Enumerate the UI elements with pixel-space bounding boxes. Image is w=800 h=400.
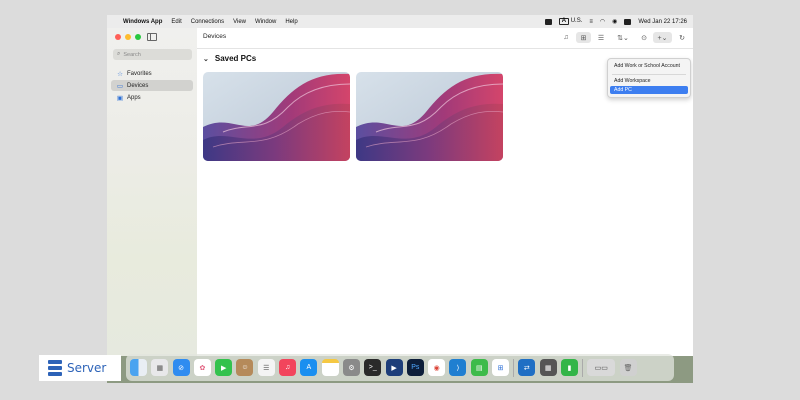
close-window-button[interactable] — [115, 34, 121, 40]
menu-separator — [612, 74, 686, 75]
menu-item-add-workspace[interactable]: Add Workspace — [610, 77, 688, 85]
section-title: Saved PCs — [214, 54, 257, 63]
monitor-icon: ▭ — [116, 82, 124, 90]
input-source[interactable]: A U.S. — [558, 18, 583, 25]
menu-connections[interactable]: Connections — [191, 19, 224, 25]
dock-system-settings-icon[interactable]: ⚙ — [342, 359, 360, 376]
dock-safari-icon[interactable]: ⊘ — [172, 359, 190, 376]
sort-icon[interactable]: ⇅⌄ — [615, 32, 631, 43]
zoom-window-button[interactable] — [135, 34, 141, 40]
dock-trash-icon[interactable]: 🗑 — [619, 359, 637, 376]
input-source-label: U.S. — [570, 18, 583, 24]
dock-numbers-alt-icon[interactable]: ▤ — [470, 359, 488, 376]
dock-reminders-icon[interactable]: ☰ — [257, 359, 275, 376]
toolbar: Devices ♫ ⊞ ☰ ⇅⌄ ⊙ +⌄ ↻ — [197, 28, 693, 49]
server-stack-icon — [48, 360, 62, 376]
app-menu[interactable]: Windows App — [123, 19, 162, 25]
dock-remote-desktop-icon[interactable]: ▶ — [385, 359, 403, 376]
saved-pc-card[interactable] — [203, 72, 350, 161]
menu-bar: Windows App Edit Connections View Window… — [107, 15, 693, 28]
clock[interactable]: Wed Jan 22 17:26 — [638, 19, 687, 25]
dock-divider — [582, 358, 584, 377]
wifi-icon[interactable]: ◠ — [600, 18, 605, 25]
bell-icon[interactable]: ♫ — [561, 32, 571, 43]
search-placeholder: Search — [123, 51, 141, 58]
add-menu-dropdown: Add Work or School Account Add Workspace… — [607, 58, 691, 98]
dock-app-store-icon[interactable]: A — [300, 359, 318, 376]
sidebar-item-devices[interactable]: ▭ Devices — [111, 80, 193, 91]
server-watermark: Server — [39, 355, 121, 381]
watermark-label: Server — [67, 361, 107, 375]
dock-notes-icon[interactable] — [321, 359, 339, 376]
search-icon: ⌕ — [117, 51, 121, 57]
chevron-down-icon: ⌄ — [203, 55, 209, 63]
dock: ▦ ⊘ ✿ ▶ ☺ ☰ ♫ A ⚙ >_ ▶ Ps ◉ ⟩ ▤ ⊞ ⇄ ▦ ▮ … — [126, 354, 674, 381]
dock-facetime-icon[interactable]: ▶ — [215, 359, 233, 376]
sidebar: ⌕ Search ☆ Favorites ▭ Devices ▣ Apps — [107, 28, 197, 356]
menu-item-add-pc[interactable]: Add PC — [610, 86, 688, 94]
dock-windows-app-icon[interactable]: ⊞ — [492, 359, 510, 376]
settings-icon[interactable]: ⊙ — [639, 32, 649, 43]
sidebar-item-apps[interactable]: ▣ Apps — [111, 92, 193, 103]
sidebar-item-label: Apps — [127, 94, 141, 101]
minimize-window-button[interactable] — [125, 34, 131, 40]
keyboard-icon: A — [558, 18, 570, 25]
control-center-icon[interactable]: ≡ — [589, 19, 593, 25]
dock-music-icon[interactable]: ♫ — [279, 359, 297, 376]
dock-chrome-icon[interactable]: ◉ — [428, 359, 446, 376]
dock-photos-icon[interactable]: ✿ — [193, 359, 211, 376]
dock-screenshot-icon[interactable]: ▭▭ — [587, 359, 616, 376]
menu-edit[interactable]: Edit — [171, 19, 181, 25]
dock-migration-icon[interactable]: ⇄ — [518, 359, 536, 376]
dock-launchpad-icon[interactable]: ▦ — [151, 359, 169, 376]
siri-icon[interactable]: ◉ — [612, 18, 617, 25]
dock-photoshop-icon[interactable]: Ps — [406, 359, 424, 376]
sidebar-item-favorites[interactable]: ☆ Favorites — [111, 68, 193, 79]
menu-view[interactable]: View — [233, 19, 246, 25]
grid-view-icon[interactable]: ⊞ — [576, 32, 591, 43]
app-window: ⌕ Search ☆ Favorites ▭ Devices ▣ Apps De… — [107, 28, 693, 356]
toggle-sidebar-icon[interactable] — [147, 33, 157, 41]
dock-divider — [513, 358, 515, 377]
refresh-icon[interactable]: ↻ — [677, 32, 687, 43]
dock-calculator-icon[interactable]: ▦ — [539, 359, 557, 376]
add-button[interactable]: +⌄ — [653, 32, 672, 43]
pc-wallpaper-thumbnail — [203, 72, 350, 161]
sidebar-search-field[interactable]: ⌕ Search — [113, 49, 192, 60]
dock-terminal-icon[interactable]: >_ — [364, 359, 382, 376]
pc-wallpaper-thumbnail — [356, 72, 503, 161]
saved-pcs-header[interactable]: ⌄ Saved PCs — [203, 54, 256, 63]
dock-activity-numbers-icon[interactable]: ▮ — [560, 359, 578, 376]
windows-status-icon[interactable] — [544, 18, 552, 25]
saved-pc-card[interactable] — [356, 72, 503, 161]
dock-vscode-icon[interactable]: ⟩ — [449, 359, 467, 376]
dock-finder-icon[interactable] — [130, 359, 147, 376]
menu-help[interactable]: Help — [285, 19, 297, 25]
menu-window[interactable]: Window — [255, 19, 276, 25]
battery-icon[interactable] — [624, 18, 632, 25]
window-controls — [115, 34, 141, 40]
list-view-icon[interactable]: ☰ — [595, 32, 607, 43]
page-title: Devices — [203, 33, 227, 40]
dock-contacts-icon[interactable]: ☺ — [236, 359, 254, 376]
menu-item-add-work-account[interactable]: Add Work or School Account — [610, 62, 688, 70]
sidebar-item-label: Favorites — [127, 70, 152, 77]
mac-screen: Windows App Edit Connections View Window… — [107, 15, 693, 383]
sidebar-item-label: Devices — [127, 82, 149, 89]
apps-icon: ▣ — [116, 94, 124, 102]
star-icon: ☆ — [117, 70, 123, 78]
